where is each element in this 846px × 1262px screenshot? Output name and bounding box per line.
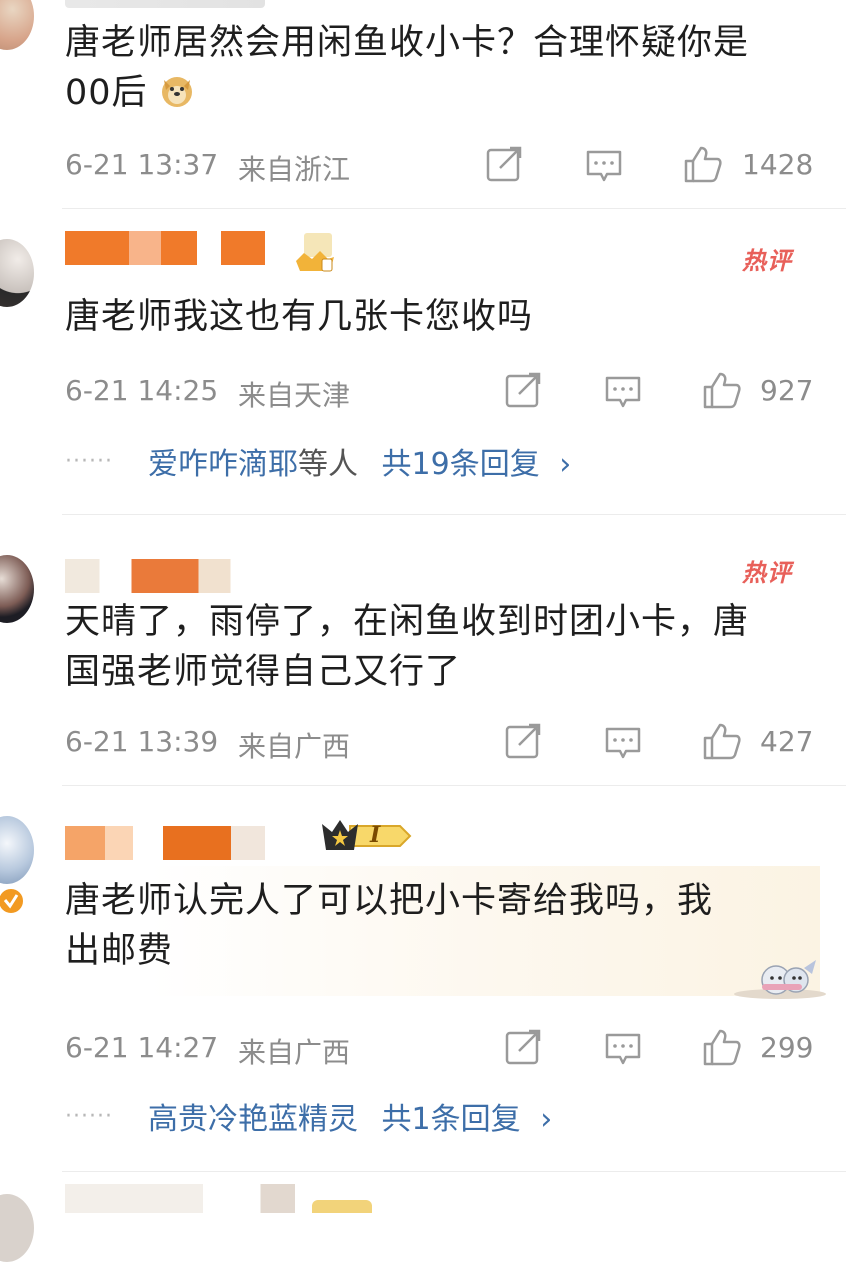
sticker-decoration-icon <box>732 954 828 1000</box>
replies-dots: ······ <box>65 1104 113 1129</box>
comment-text-line1: 唐老师我这也有几张卡您收吗 <box>65 297 534 337</box>
username-blurred[interactable] <box>65 231 265 265</box>
reply-user[interactable]: 高贵冷艳蓝精灵 <box>148 1102 358 1137</box>
comment-time: 6-21 14:27 <box>65 1031 219 1064</box>
reply-icon[interactable] <box>604 725 642 765</box>
avatar[interactable] <box>0 0 34 50</box>
comment-text-line2: 国强老师觉得自己又行了 <box>65 652 462 692</box>
comment-text-line1: 唐老师居然会用闲鱼收小卡？合理怀疑你是 <box>65 23 750 63</box>
username-blurred[interactable] <box>65 559 295 593</box>
comment-location: 来自广西 <box>238 730 351 763</box>
username-blurred[interactable] <box>65 826 265 860</box>
chevron-right-icon: › <box>540 1102 553 1137</box>
share-icon[interactable] <box>505 1029 543 1069</box>
comment-4: I 唐老师认完人了可以把小卡寄给我吗，我 出邮费 6-21 14:27 来自广西… <box>0 786 846 1171</box>
replies-dots: ······ <box>65 449 113 474</box>
reply-count[interactable]: 共19条回复 <box>382 447 540 482</box>
thumbs-up-icon[interactable] <box>683 144 723 188</box>
comment-text: 天晴了，雨停了，在闲鱼收到时团小卡，唐 国强老师觉得自己又行了 <box>65 597 749 697</box>
comment-time: 6-21 13:39 <box>65 725 219 758</box>
comment-2: 热评 唐老师我这也有几张卡您收吗 6-21 14:25 来自天津 927 ···… <box>0 209 846 514</box>
reply-icon[interactable] <box>585 148 623 188</box>
like-count: 427 <box>760 725 814 758</box>
comment-text-line2: 00后 <box>65 73 148 113</box>
comment-time: 6-21 13:37 <box>65 148 219 181</box>
username-partial <box>65 0 265 8</box>
comment-text: 唐老师居然会用闲鱼收小卡？合理怀疑你是 00后 <box>65 18 749 118</box>
comment-text-line1: 唐老师认完人了可以把小卡寄给我吗，我 <box>65 881 714 921</box>
thumbs-up-icon[interactable] <box>702 1027 742 1071</box>
comment-5-partial <box>0 1172 846 1262</box>
comment-text: 唐老师认完人了可以把小卡寄给我吗，我 出邮费 <box>65 876 713 976</box>
verified-badge-icon <box>0 886 26 916</box>
view-replies-link[interactable]: 高贵冷艳蓝精灵 共1条回复 › <box>148 1094 552 1138</box>
comment-text: 唐老师我这也有几张卡您收吗 <box>65 292 533 342</box>
comment-1: 唐老师居然会用闲鱼收小卡？合理怀疑你是 00后 6-21 13:37 来自浙江 … <box>0 0 846 205</box>
avatar[interactable] <box>0 555 34 623</box>
share-icon[interactable] <box>486 146 524 186</box>
reply-user[interactable]: 爱咋咋滴耶 <box>148 447 298 482</box>
reply-count[interactable]: 共1条回复 <box>382 1102 521 1137</box>
reply-icon[interactable] <box>604 1031 642 1071</box>
comment-location: 来自浙江 <box>238 153 351 186</box>
username-blurred[interactable] <box>65 1184 295 1213</box>
like-count: 927 <box>760 374 814 407</box>
level-badge-text: I <box>370 822 381 848</box>
avatar[interactable] <box>0 1194 34 1262</box>
chevron-right-icon: › <box>559 447 572 482</box>
vip-badge-icon <box>292 231 338 275</box>
thumbs-up-icon[interactable] <box>702 721 742 765</box>
hot-comment-badge: 热评 <box>742 559 792 587</box>
thumbs-up-icon[interactable] <box>702 370 742 414</box>
comment-location: 来自天津 <box>238 379 351 412</box>
comment-text-line2: 出邮费 <box>65 931 174 971</box>
reply-suffix: 等人 <box>298 447 358 482</box>
share-icon[interactable] <box>505 723 543 763</box>
comment-location: 来自广西 <box>238 1036 351 1069</box>
comment-3: 热评 天晴了，雨停了，在闲鱼收到时团小卡，唐 国强老师觉得自己又行了 6-21 … <box>0 515 846 785</box>
hot-comment-badge: 热评 <box>742 247 792 275</box>
avatar[interactable] <box>0 816 34 884</box>
view-replies-link[interactable]: 爱咋咋滴耶等人 共19条回复 › <box>148 439 571 483</box>
vip-badge-icon <box>312 1200 372 1213</box>
comment-text-line1: 天晴了，雨停了，在闲鱼收到时团小卡，唐 <box>65 602 750 642</box>
like-count: 299 <box>760 1031 814 1064</box>
comment-time: 6-21 14:25 <box>65 374 219 407</box>
avatar[interactable] <box>0 239 34 307</box>
doge-emoji-icon <box>160 72 194 107</box>
like-count: 1428 <box>742 148 814 181</box>
level-badge-icon <box>320 816 414 856</box>
reply-icon[interactable] <box>604 374 642 414</box>
share-icon[interactable] <box>505 372 543 412</box>
